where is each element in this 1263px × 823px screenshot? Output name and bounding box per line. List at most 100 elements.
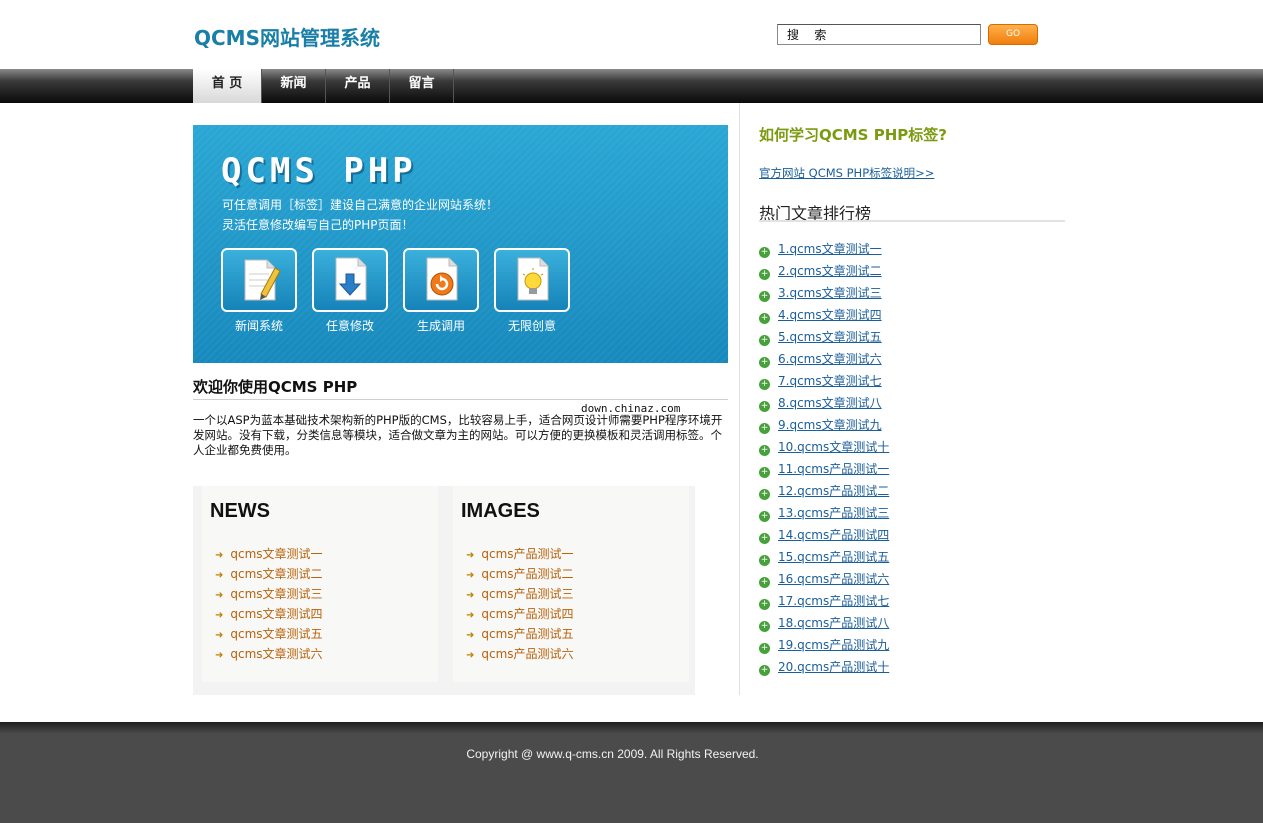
list-item[interactable]: ➜ qcms文章测试二 [215,565,323,585]
hot-article-link[interactable]: 17.qcms产品测试七 [778,594,889,608]
news-item[interactable]: qcms文章测试四 [230,607,322,621]
news-list: ➜ qcms文章测试一 ➜ qcms文章测试二 ➜ qcms文章测试三 ➜ qcms文章… [215,545,323,665]
plus-circle-icon: + [759,599,770,610]
list-item[interactable]: +14.qcms产品测试四 [759,526,889,548]
hot-article-link[interactable]: 20.qcms产品测试十 [778,660,889,674]
hot-article-link[interactable]: 9.qcms文章测试九 [778,418,882,432]
arrow-icon: ➜ [466,630,475,641]
list-item[interactable]: +19.qcms产品测试九 [759,636,889,658]
list-item[interactable]: +17.qcms产品测试七 [759,592,889,614]
hot-article-link[interactable]: 5.qcms文章测试五 [778,330,882,344]
list-item[interactable]: +4.qcms文章测试四 [759,306,889,328]
hot-article-link[interactable]: 8.qcms文章测试八 [778,396,882,410]
refresh-doc-icon [403,248,479,312]
feature-label: 生成调用 [416,319,465,333]
go-button[interactable]: GO [988,24,1038,45]
news-title: NEWS [210,500,270,522]
image-item[interactable]: qcms产品测试二 [481,567,573,581]
list-item[interactable]: +18.qcms产品测试八 [759,614,889,636]
hot-article-link[interactable]: 4.qcms文章测试四 [778,308,882,322]
image-item[interactable]: qcms产品测试六 [481,647,573,661]
search-input[interactable] [777,24,981,45]
hot-article-link[interactable]: 18.qcms产品测试八 [778,616,889,630]
list-item[interactable]: +16.qcms产品测试六 [759,570,889,592]
hot-article-link[interactable]: 7.qcms文章测试七 [778,374,882,388]
feature-creative[interactable]: 无限创意 [494,248,570,334]
arrow-icon: ➜ [215,650,224,661]
list-item[interactable]: +20.qcms产品测试十 [759,658,889,680]
plus-circle-icon: + [759,555,770,566]
list-item[interactable]: ➜ qcms产品测试六 [466,645,574,665]
hot-article-link[interactable]: 10.qcms文章测试十 [778,440,889,454]
plus-circle-icon: + [759,489,770,500]
list-item[interactable]: +7.qcms文章测试七 [759,372,889,394]
news-item[interactable]: qcms文章测试一 [230,547,322,561]
list-item[interactable]: +13.qcms产品测试三 [759,504,889,526]
plus-circle-icon: + [759,269,770,280]
image-item[interactable]: qcms产品测试五 [481,627,573,641]
image-item[interactable]: qcms产品测试一 [481,547,573,561]
list-item[interactable]: +2.qcms文章测试二 [759,262,889,284]
nav-item-news[interactable]: 新闻 [262,69,326,103]
feature-generate[interactable]: 生成调用 [403,248,479,334]
list-item[interactable]: ➜ qcms文章测试四 [215,605,323,625]
nav-item-products[interactable]: 产品 [326,69,390,103]
list-item[interactable]: +3.qcms文章测试三 [759,284,889,306]
hot-article-link[interactable]: 14.qcms产品测试四 [778,528,889,542]
list-item[interactable]: ➜ qcms产品测试五 [466,625,574,645]
list-item[interactable]: ➜ qcms产品测试一 [466,545,574,565]
hot-article-link[interactable]: 3.qcms文章测试三 [778,286,882,300]
list-item[interactable]: +15.qcms产品测试五 [759,548,889,570]
list-item[interactable]: +9.qcms文章测试九 [759,416,889,438]
site-logo[interactable]: QCMS网站管理系统 [194,22,380,51]
nav-item-home[interactable]: 首 页 [193,69,262,103]
news-item[interactable]: qcms文章测试二 [230,567,322,581]
welcome-title: 欢迎你使用QCMS PHP [193,378,358,396]
hot-article-link[interactable]: 15.qcms产品测试五 [778,550,889,564]
list-item[interactable]: +12.qcms产品测试二 [759,482,889,504]
news-item[interactable]: qcms文章测试六 [230,647,322,661]
list-item[interactable]: ➜ qcms产品测试三 [466,585,574,605]
arrow-icon: ➜ [466,570,475,581]
nav-item-messages[interactable]: 留言 [390,69,454,103]
hot-article-link[interactable]: 2.qcms文章测试二 [778,264,882,278]
news-box: NEWS ➜ qcms文章测试一 ➜ qcms文章测试二 ➜ qcms文章测试三 ➜ q… [202,486,438,682]
list-item[interactable]: +8.qcms文章测试八 [759,394,889,416]
images-title: IMAGES [461,500,540,522]
copyright: Copyright @ www.q-cms.cn 2009. All Right… [466,747,759,761]
hot-article-link[interactable]: 13.qcms产品测试三 [778,506,889,520]
plus-circle-icon: + [759,533,770,544]
hot-article-link[interactable]: 1.qcms文章测试一 [778,242,882,256]
arrow-icon: ➜ [215,610,224,621]
tag-docs-link[interactable]: 官方网站 QCMS PHP标签说明>> [759,165,934,181]
feature-modify[interactable]: 任意修改 [312,248,388,334]
plus-circle-icon: + [759,511,770,522]
hot-article-link[interactable]: 16.qcms产品测试六 [778,572,889,586]
list-item[interactable]: +11.qcms产品测试一 [759,460,889,482]
plus-circle-icon: + [759,577,770,588]
image-item[interactable]: qcms产品测试三 [481,587,573,601]
list-item[interactable]: +10.qcms文章测试十 [759,438,889,460]
image-item[interactable]: qcms产品测试四 [481,607,573,621]
feature-news-system[interactable]: 新闻系统 [221,248,297,334]
hot-article-link[interactable]: 11.qcms产品测试一 [778,462,889,476]
hot-article-link[interactable]: 12.qcms产品测试二 [778,484,889,498]
list-item[interactable]: +5.qcms文章测试五 [759,328,889,350]
pencil-note-icon [221,248,297,312]
list-item[interactable]: +1.qcms文章测试一 [759,240,889,262]
hot-article-link[interactable]: 19.qcms产品测试九 [778,638,889,652]
list-item[interactable]: ➜ qcms文章测试六 [215,645,323,665]
news-item[interactable]: qcms文章测试三 [230,587,322,601]
news-item[interactable]: qcms文章测试五 [230,627,322,641]
content-boxes: NEWS ➜ qcms文章测试一 ➜ qcms文章测试二 ➜ qcms文章测试三 ➜ q… [193,486,695,695]
list-item[interactable]: ➜ qcms产品测试四 [466,605,574,625]
list-item[interactable]: +6.qcms文章测试六 [759,350,889,372]
list-item[interactable]: ➜ qcms产品测试二 [466,565,574,585]
plus-circle-icon: + [759,445,770,456]
sidebar-heading: 如何学习QCMS PHP标签? [759,126,947,144]
hot-article-link[interactable]: 6.qcms文章测试六 [778,352,882,366]
list-item[interactable]: ➜ qcms文章测试五 [215,625,323,645]
list-item[interactable]: ➜ qcms文章测试一 [215,545,323,565]
site-footer: Copyright @ www.q-cms.cn 2009. All Right… [0,722,1263,823]
list-item[interactable]: ➜ qcms文章测试三 [215,585,323,605]
